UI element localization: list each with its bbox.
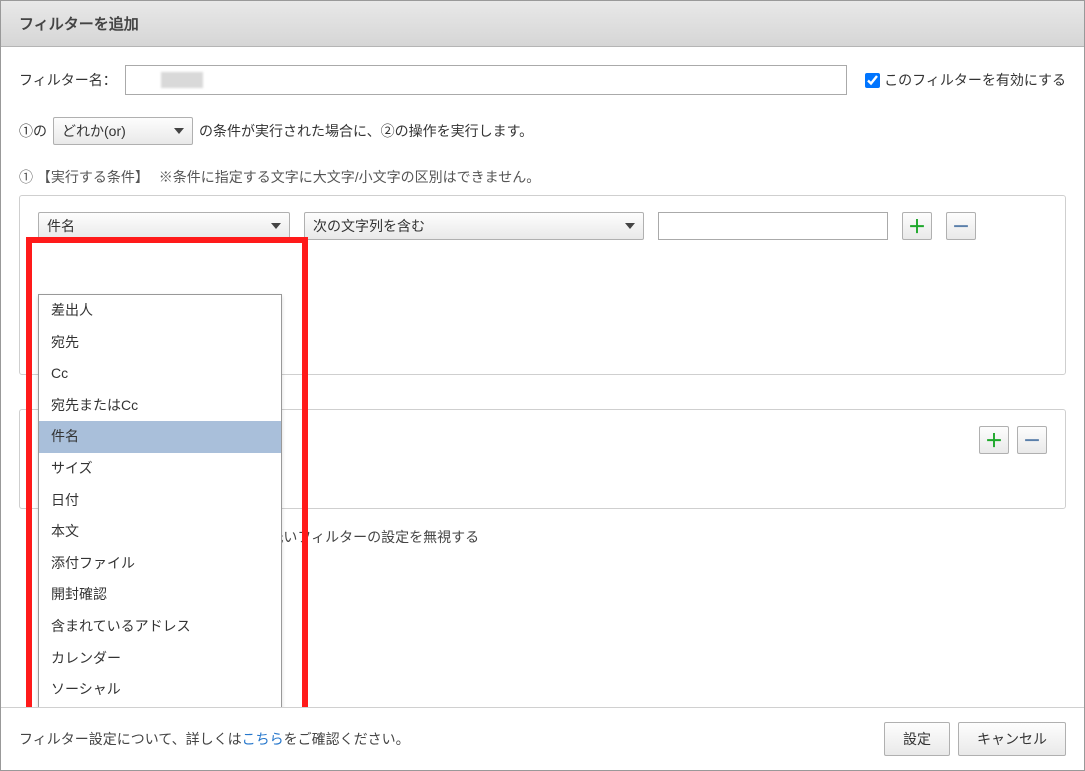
conditions-header-label: ① 【実行する条件】: [19, 169, 149, 185]
dialog-body: フィルター名： このフィルターを有効にする ①の どれか(or) の条件が実行さ…: [1, 47, 1084, 707]
filter-name-label: フィルター名：: [19, 70, 117, 90]
logic-select-label: どれか(or): [62, 121, 126, 141]
conditions-header: ① 【実行する条件】 ※条件に指定する文字に大文字/小文字の区別はできません。: [19, 167, 1066, 187]
help-prefix: フィルター設定について、詳しくは: [19, 731, 242, 747]
dropdown-option[interactable]: 日付: [39, 485, 281, 517]
chevron-down-icon: [271, 223, 281, 229]
add-action-button[interactable]: ＋: [979, 426, 1009, 454]
dropdown-option[interactable]: 添付ファイル: [39, 548, 281, 580]
condition-operator-label: 次の文字列を含む: [313, 216, 425, 236]
filter-name-input[interactable]: [125, 65, 847, 95]
enable-filter-wrap[interactable]: このフィルターを有効にする: [865, 70, 1066, 90]
logic-row: ①の どれか(or) の条件が実行された場合に、②の操作を実行します。: [19, 117, 1066, 145]
dialog-title: フィルターを追加: [1, 1, 1084, 47]
dialog-footer: フィルター設定について、詳しくはこちらをご確認ください。 設定 キャンセル: [1, 707, 1084, 770]
logic-suffix: の条件が実行された場合に、②の操作を実行します。: [199, 121, 533, 141]
enable-filter-checkbox[interactable]: [865, 73, 880, 88]
dropdown-option[interactable]: Cc: [39, 358, 281, 390]
help-link[interactable]: こちら: [242, 731, 284, 747]
dropdown-option[interactable]: ソーシャル: [39, 674, 281, 706]
logic-prefix: ①の: [19, 121, 47, 141]
cancel-button[interactable]: キャンセル: [958, 722, 1066, 756]
chevron-down-icon: [174, 128, 184, 134]
dropdown-option[interactable]: 本文: [39, 516, 281, 548]
dropdown-option[interactable]: 開封確認: [39, 579, 281, 611]
condition-field-select[interactable]: 件名: [38, 212, 290, 240]
remove-action-button[interactable]: －: [1017, 426, 1047, 454]
filter-dialog: フィルターを追加 フィルター名： このフィルターを有効にする ①の どれか(or…: [0, 0, 1085, 771]
chevron-down-icon: [625, 223, 635, 229]
dialog-buttons: 設定 キャンセル: [884, 722, 1066, 756]
enable-filter-label: このフィルターを有効にする: [884, 70, 1066, 90]
dropdown-option[interactable]: カレンダー: [39, 643, 281, 675]
help-text: フィルター設定について、詳しくはこちらをご確認ください。: [19, 729, 410, 749]
condition-operator-select[interactable]: 次の文字列を含む: [304, 212, 644, 240]
add-condition-button[interactable]: ＋: [902, 212, 932, 240]
help-suffix: をご確認ください。: [284, 731, 410, 747]
dropdown-option[interactable]: 宛先またはCc: [39, 390, 281, 422]
remove-condition-button[interactable]: －: [946, 212, 976, 240]
condition-row: 件名 次の文字列を含む ＋ －: [38, 212, 1047, 240]
dropdown-option[interactable]: サイズ: [39, 453, 281, 485]
dropdown-option[interactable]: 差出人: [39, 295, 281, 327]
dropdown-option[interactable]: ヘッダーの名前: [39, 706, 281, 707]
condition-value-input[interactable]: [658, 212, 888, 240]
filter-name-row: フィルター名： このフィルターを有効にする: [19, 65, 1066, 95]
dropdown-option[interactable]: 件名: [39, 421, 281, 453]
condition-field-dropdown[interactable]: 差出人宛先Cc宛先またはCc件名サイズ日付本文添付ファイル開封確認含まれているア…: [38, 294, 282, 707]
condition-field-label: 件名: [47, 216, 75, 236]
dropdown-option[interactable]: 含まれているアドレス: [39, 611, 281, 643]
dropdown-option[interactable]: 宛先: [39, 327, 281, 359]
ok-button[interactable]: 設定: [884, 722, 950, 756]
logic-select[interactable]: どれか(or): [53, 117, 193, 145]
filter-name-placeholder: [161, 72, 203, 88]
conditions-header-note: ※条件に指定する文字に大文字/小文字の区別はできません。: [159, 169, 540, 185]
